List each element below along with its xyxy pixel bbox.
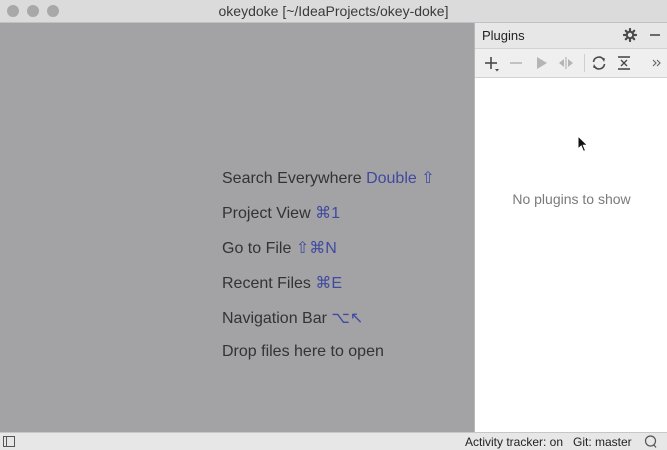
add-icon[interactable]	[481, 53, 501, 73]
collapse-icon[interactable]	[614, 53, 634, 73]
activity-tracker-status[interactable]: Activity tracker: on	[465, 435, 563, 449]
toolbar-separator	[584, 54, 585, 72]
remove-icon[interactable]	[506, 53, 526, 73]
hint-label: Project View	[222, 205, 311, 222]
hint-drop-files: Drop files here to open	[222, 343, 384, 361]
hint-go-to-file: Go to File ⇧⌘N	[222, 238, 337, 258]
hide-panel-icon[interactable]	[649, 29, 661, 41]
hint-search-everywhere: Search Everywhere Double ⇧	[222, 168, 435, 188]
run-icon[interactable]	[531, 53, 551, 73]
hint-shortcut: Double ⇧	[366, 170, 435, 187]
gear-icon[interactable]	[623, 28, 637, 42]
plugins-toolbar	[475, 49, 667, 78]
hint-shortcut: ⇧⌘N	[295, 240, 337, 257]
hint-project-view: Project View ⌘1	[222, 203, 340, 223]
hint-label: Go to File	[222, 240, 292, 257]
plugins-panel-header: Plugins	[475, 23, 667, 49]
status-bar: Activity tracker: on Git: master	[0, 432, 667, 450]
hint-label: Recent Files	[222, 275, 311, 292]
hint-label: Navigation Bar	[222, 310, 327, 327]
window-title: okeydoke [~/IdeaProjects/okey-doke]	[218, 3, 449, 19]
hint-shortcut: ⌘1	[315, 205, 340, 222]
plugins-panel-title: Plugins	[482, 28, 525, 43]
event-log-icon[interactable]	[644, 435, 657, 448]
mouse-cursor-icon	[577, 135, 589, 153]
refresh-icon[interactable]	[589, 53, 609, 73]
diff-icon[interactable]	[556, 53, 576, 73]
hint-navigation-bar: Navigation Bar ⌥↖	[222, 308, 363, 328]
tool-windows-toggle-icon[interactable]	[3, 436, 15, 447]
hint-recent-files: Recent Files ⌘E	[222, 273, 342, 293]
git-branch-status[interactable]: Git: master	[573, 435, 632, 449]
plugins-panel: Plugins No plugins to show	[474, 23, 667, 432]
hint-label: Search Everywhere	[222, 170, 362, 187]
hint-shortcut: ⌥↖	[331, 310, 364, 327]
hint-shortcut: ⌘E	[315, 275, 343, 292]
no-plugins-message: No plugins to show	[512, 191, 631, 207]
hint-label: Drop files here to open	[222, 343, 384, 360]
title-bar: okeydoke [~/IdeaProjects/okey-doke]	[0, 0, 667, 23]
more-icon[interactable]	[651, 53, 663, 73]
editor-area[interactable]: Search Everywhere Double ⇧ Project View …	[0, 23, 474, 432]
